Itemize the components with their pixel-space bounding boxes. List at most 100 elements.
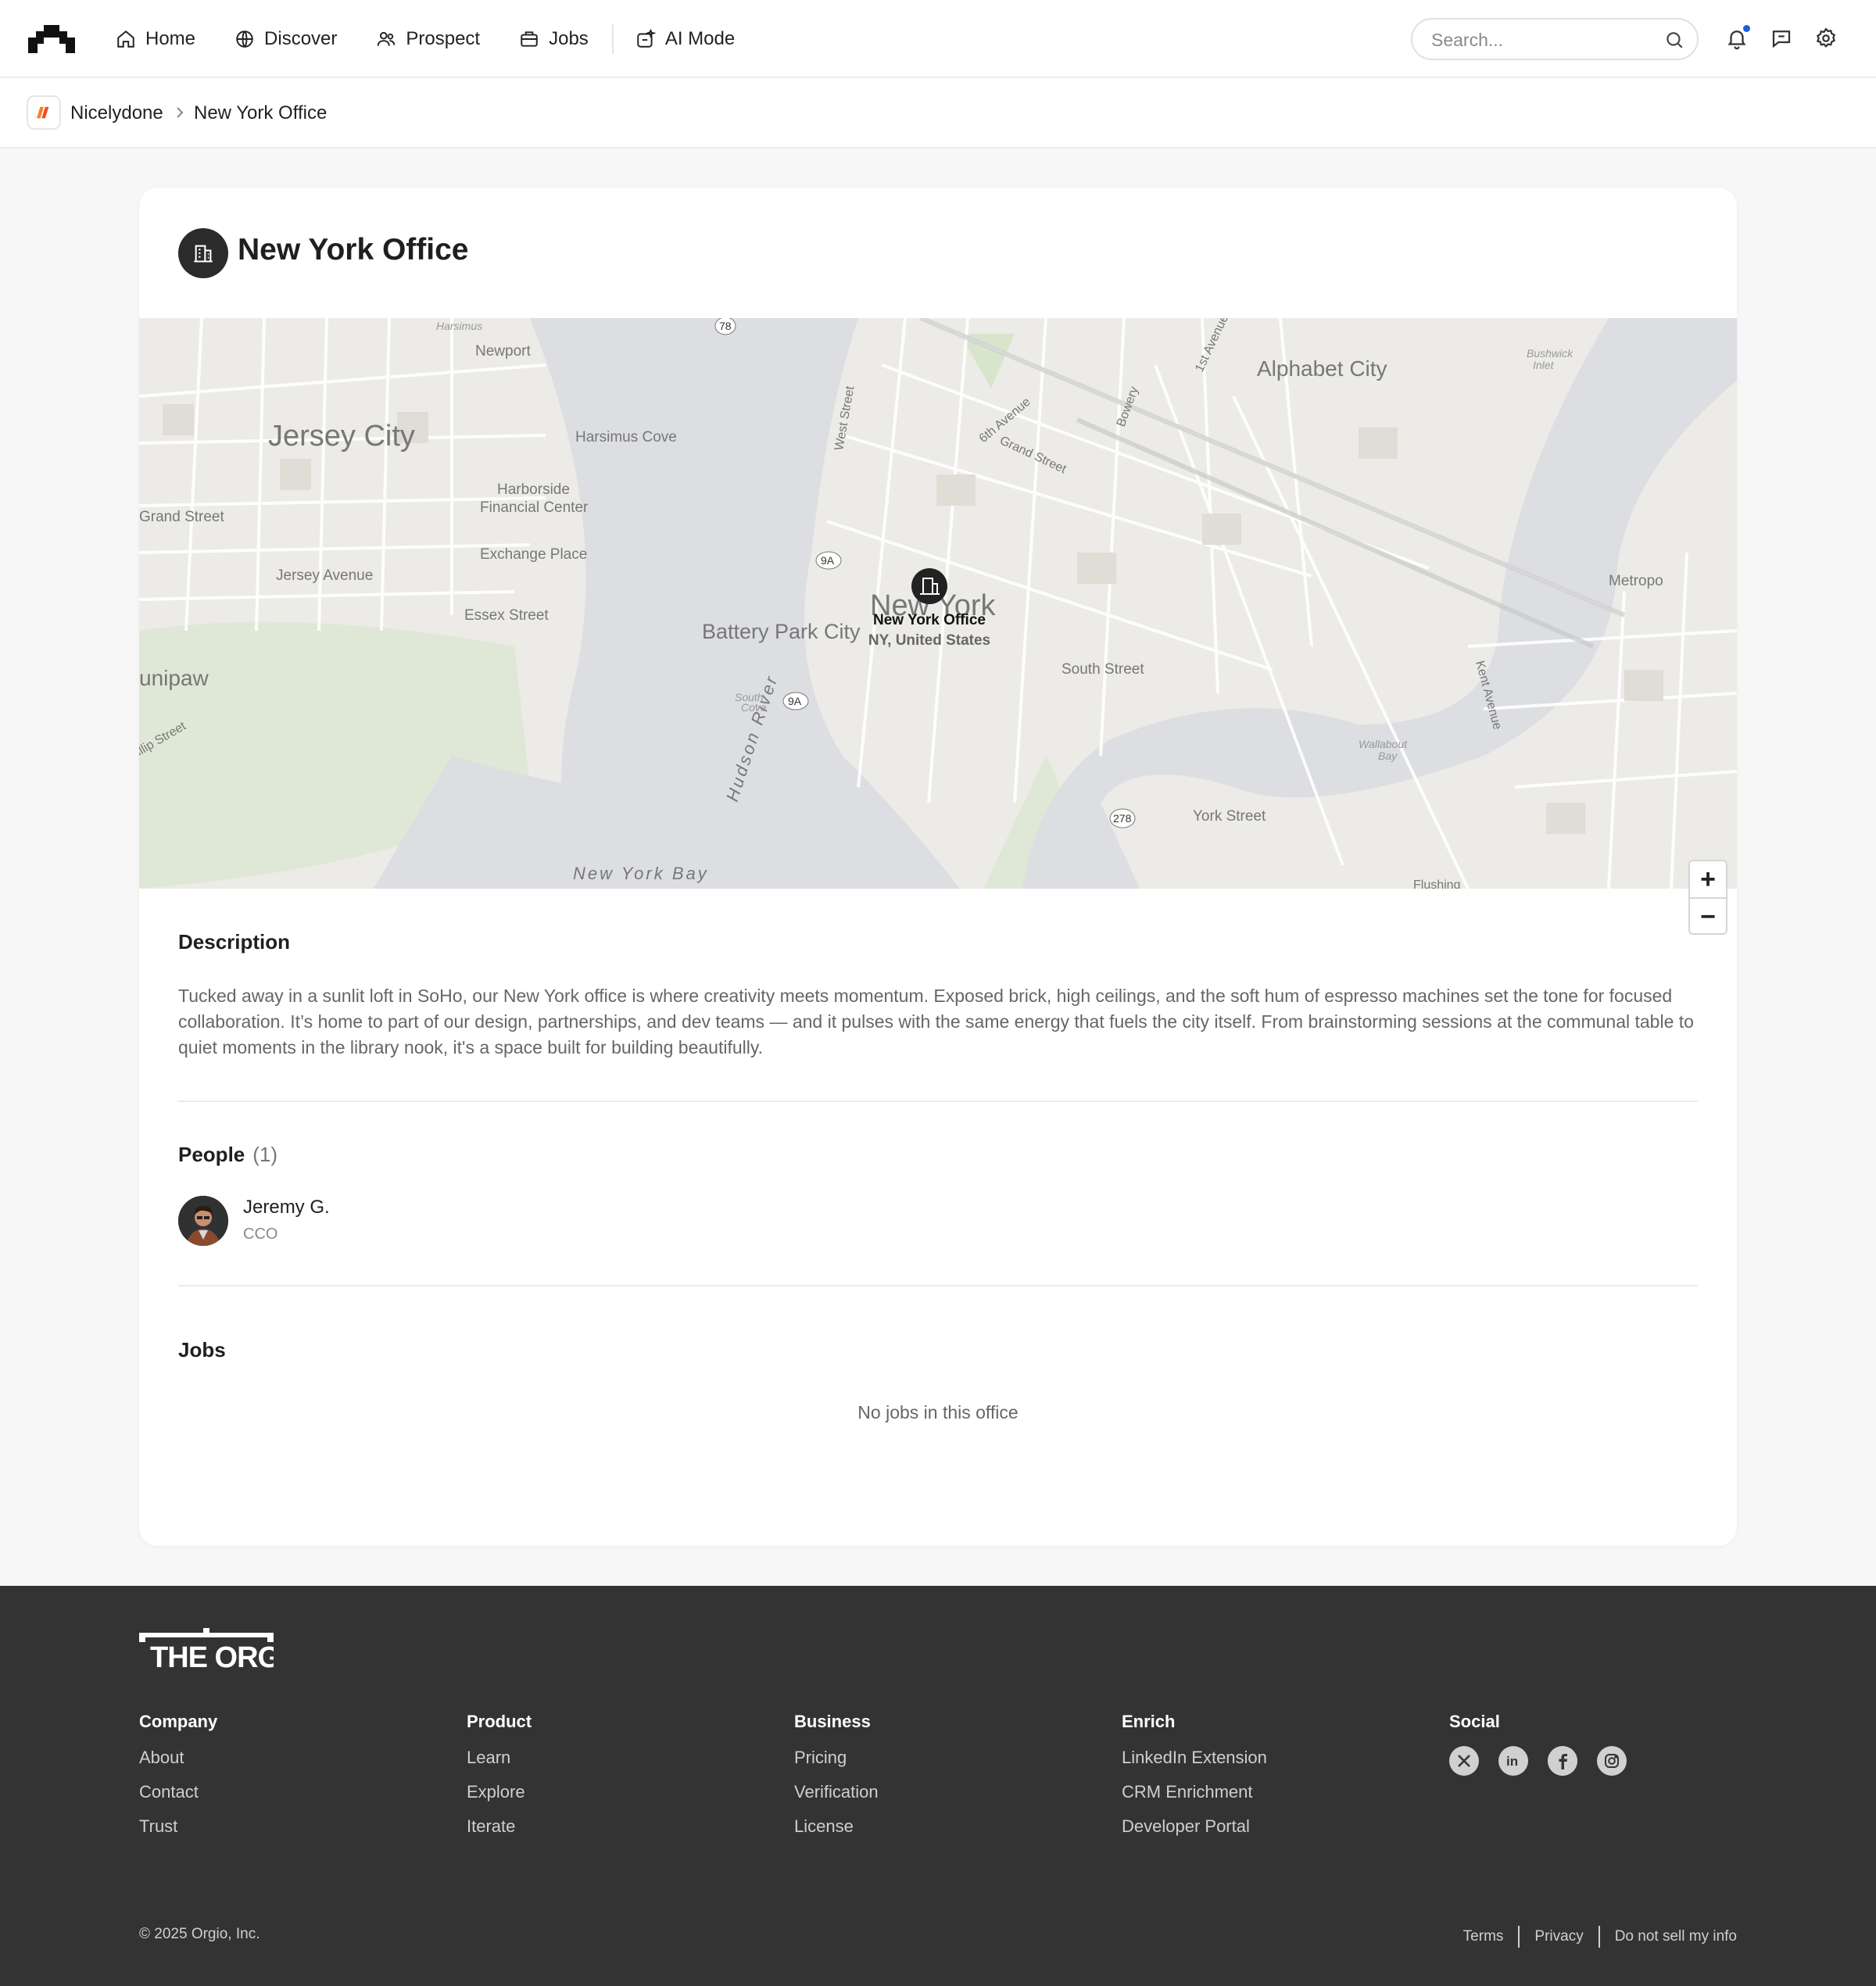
svg-text:Newport: Newport (475, 343, 531, 360)
message-icon[interactable] (1770, 27, 1793, 50)
zoom-out-button[interactable]: − (1690, 899, 1726, 935)
nav-discover-label: Discover (264, 28, 338, 49)
jobs-heading: Jobs (178, 1338, 226, 1362)
social-links: in (1449, 1746, 1646, 1776)
map-canvas: Jersey City Newport Harsimus Harsimus Co… (139, 318, 1737, 889)
nav-home[interactable]: Home (116, 28, 195, 50)
map-marker[interactable] (911, 568, 947, 604)
svg-text:Harsimus Cove: Harsimus Cove (575, 429, 677, 446)
svg-text:Inlet: Inlet (1533, 359, 1555, 371)
nav-jobs-label: Jobs (549, 28, 589, 49)
svg-text:York Street: York Street (1193, 808, 1266, 825)
office-map[interactable]: Jersey City Newport Harsimus Harsimus Co… (139, 318, 1737, 889)
users-icon (378, 31, 396, 46)
person-role: CCO (243, 1226, 278, 1243)
section-divider (178, 1100, 1698, 1102)
search-box[interactable] (1411, 18, 1699, 60)
terms-link[interactable]: Terms (1463, 1928, 1504, 1945)
footer-link-trust[interactable]: Trust (139, 1816, 217, 1837)
map-marker-subtitle: NY, United States (868, 632, 991, 649)
svg-text:in: in (1506, 1754, 1518, 1769)
primary-nav: Home Discover Prospect Jobs AI Mode (116, 0, 774, 78)
footer-heading: Enrich (1122, 1712, 1176, 1731)
nav-jobs[interactable]: Jobs (519, 28, 589, 50)
footer-link-contact[interactable]: Contact (139, 1782, 217, 1802)
legal-divider (1518, 1926, 1520, 1948)
section-divider (178, 1285, 1698, 1286)
theorg-footer-logo[interactable]: THE ORG (139, 1626, 274, 1670)
svg-text:Exchange Place: Exchange Place (480, 546, 587, 563)
footer-link-about[interactable]: About (139, 1748, 217, 1768)
x-icon[interactable] (1449, 1746, 1479, 1776)
notification-dot (1743, 25, 1750, 32)
copyright-text: © 2025 Orgio, Inc. (139, 1926, 260, 1942)
people-heading: People (1) (178, 1143, 277, 1167)
footer-heading: Social (1449, 1712, 1500, 1731)
legal-divider (1598, 1926, 1600, 1948)
footer-link-pricing[interactable]: Pricing (794, 1748, 879, 1768)
nav-divider (611, 24, 614, 54)
svg-text:THE ORG: THE ORG (150, 1641, 274, 1670)
search-input[interactable] (1431, 29, 1650, 51)
building-icon (194, 245, 213, 263)
top-navbar: Home Discover Prospect Jobs AI Mode (0, 0, 1876, 78)
svg-text:Harborside: Harborside (497, 481, 570, 498)
theorg-logo-icon[interactable] (28, 23, 75, 55)
office-badge (178, 228, 228, 278)
svg-text:New York Bay: New York Bay (573, 864, 709, 883)
map-label-jersey-city: Jersey City (268, 420, 415, 453)
footer-col-enrich: Enrich LinkedIn Extension CRM Enrichment… (1122, 1712, 1267, 1851)
description-heading: Description (178, 930, 291, 954)
facebook-icon[interactable] (1548, 1746, 1577, 1776)
svg-text:Essex Street: Essex Street (464, 607, 549, 624)
breadcrumb-company-link[interactable]: Nicelydone (70, 102, 163, 124)
linkedin-icon[interactable]: in (1498, 1746, 1528, 1776)
footer-link-learn[interactable]: Learn (467, 1748, 532, 1768)
nav-ai-mode-label: AI Mode (664, 28, 736, 49)
footer-link-crm-enrichment[interactable]: CRM Enrichment (1122, 1782, 1267, 1802)
footer-link-license[interactable]: License (794, 1816, 879, 1837)
breadcrumb: Nicelydone New York Office (0, 78, 1876, 149)
nav-ai-mode[interactable]: AI Mode (635, 28, 735, 50)
gear-icon[interactable] (1814, 27, 1838, 50)
home-icon (117, 30, 134, 48)
nav-prospect[interactable]: Prospect (376, 28, 480, 50)
svg-text:278: 278 (1113, 812, 1132, 825)
avatar[interactable] (178, 1196, 228, 1246)
nav-home-label: Home (145, 28, 196, 49)
footer-link-verification[interactable]: Verification (794, 1782, 879, 1802)
svg-text:Jersey Avenue: Jersey Avenue (276, 567, 373, 584)
zoom-in-button[interactable]: + (1690, 861, 1726, 897)
footer-link-developer-portal[interactable]: Developer Portal (1122, 1816, 1267, 1837)
chevron-right-icon (177, 107, 184, 118)
people-count: (1) (252, 1143, 278, 1166)
svg-text:9A: 9A (788, 695, 802, 707)
instagram-icon[interactable] (1597, 1746, 1627, 1776)
svg-text:Metropo: Metropo (1609, 573, 1663, 589)
map-marker-title: New York Office (873, 612, 986, 628)
company-logo[interactable] (27, 95, 61, 130)
svg-text:Grand Street: Grand Street (139, 509, 224, 525)
footer-col-product: Product Learn Explore Iterate (467, 1712, 532, 1851)
person-name[interactable]: Jeremy G. (243, 1197, 330, 1218)
privacy-link[interactable]: Privacy (1534, 1928, 1583, 1945)
footer-link-explore[interactable]: Explore (467, 1782, 532, 1802)
do-not-sell-link[interactable]: Do not sell my info (1615, 1928, 1737, 1945)
sparkle-icon (637, 29, 656, 48)
search-icon[interactable] (1664, 30, 1684, 50)
svg-text:Bushwick: Bushwick (1527, 347, 1573, 360)
footer-col-company: Company About Contact Trust (139, 1712, 217, 1851)
footer-link-iterate[interactable]: Iterate (467, 1816, 532, 1837)
people-heading-label: People (178, 1143, 245, 1166)
footer-link-linkedin-extension[interactable]: LinkedIn Extension (1122, 1748, 1267, 1768)
footer-heading: Business (794, 1712, 871, 1731)
nav-prospect-label: Prospect (406, 28, 481, 49)
svg-text:Financial Center: Financial Center (480, 499, 589, 516)
svg-text:Harsimus: Harsimus (436, 320, 482, 332)
briefcase-icon (521, 31, 538, 47)
nav-discover[interactable]: Discover (234, 28, 337, 50)
footer-col-social: Social (1449, 1712, 1500, 1748)
globe-icon (236, 30, 253, 48)
jobs-empty-state: No jobs in this office (857, 1402, 1019, 1422)
footer-col-business: Business Pricing Verification License (794, 1712, 879, 1851)
